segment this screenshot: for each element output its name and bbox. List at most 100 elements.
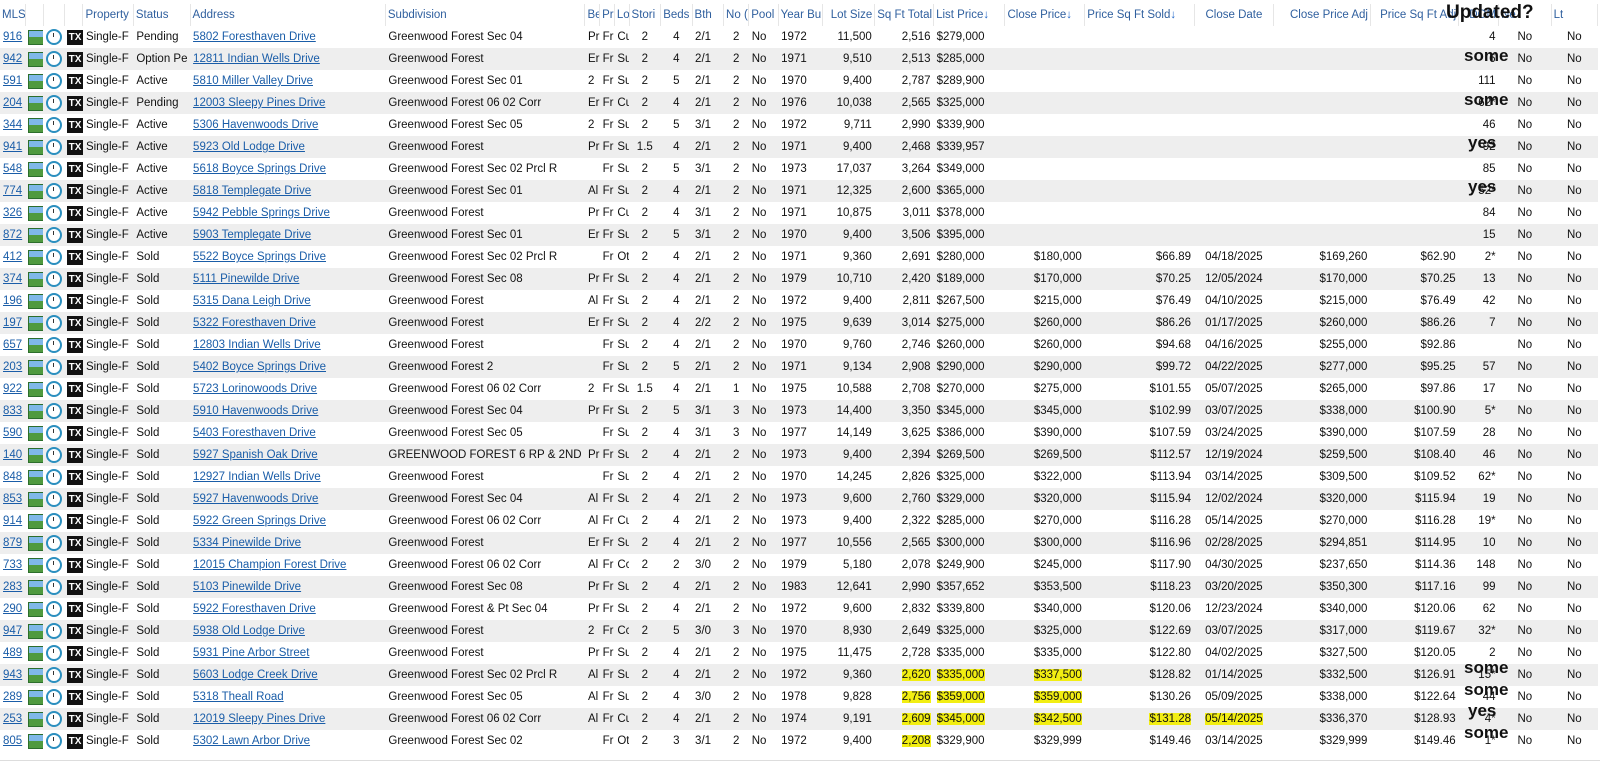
cell-address[interactable]: 5927 Spanish Oak Drive <box>190 444 386 466</box>
col-pr[interactable]: Pr <box>599 4 615 26</box>
cell-tax[interactable]: TX <box>64 312 83 334</box>
tax-icon[interactable]: TX <box>67 447 83 463</box>
cell-hist[interactable] <box>43 356 65 378</box>
col-status[interactable]: Status <box>133 4 191 26</box>
tax-icon[interactable]: TX <box>67 601 83 617</box>
cell-hist[interactable] <box>43 246 65 268</box>
cell-tax[interactable]: TX <box>64 510 83 532</box>
cell-photo[interactable] <box>25 202 44 224</box>
cell-tax[interactable]: TX <box>64 466 83 488</box>
cell-mls[interactable]: 204 <box>0 92 26 114</box>
tax-icon[interactable]: TX <box>67 359 83 375</box>
tax-icon[interactable]: TX <box>67 29 83 45</box>
photo-icon[interactable] <box>28 623 44 639</box>
cell-address[interactable]: 12015 Champion Forest Drive <box>190 554 386 576</box>
history-icon[interactable] <box>46 117 63 133</box>
cell-tax[interactable]: TX <box>64 598 83 620</box>
cell-address[interactable]: 5922 Foresthaven Drive <box>190 598 386 620</box>
cell-hist[interactable] <box>43 202 65 224</box>
history-icon[interactable] <box>46 733 63 749</box>
tax-icon[interactable]: TX <box>67 645 83 661</box>
history-icon[interactable] <box>46 667 63 683</box>
cell-mls[interactable]: 591 <box>0 70 26 92</box>
photo-icon[interactable] <box>28 601 44 617</box>
cell-tax[interactable]: TX <box>64 620 83 642</box>
photo-icon[interactable] <box>28 315 44 331</box>
history-icon[interactable] <box>46 557 63 573</box>
history-icon[interactable] <box>46 293 63 309</box>
cell-mls[interactable]: 253 <box>0 708 26 730</box>
cell-address[interactable]: 5923 Old Lodge Drive <box>190 136 386 158</box>
cell-photo[interactable] <box>25 730 44 752</box>
col-stories[interactable]: Stori <box>629 4 662 26</box>
cell-hist[interactable] <box>43 730 65 752</box>
cell-mls[interactable]: 916 <box>0 26 26 48</box>
tax-icon[interactable]: TX <box>67 183 83 199</box>
col-close-price-adj[interactable]: Close Price Adj <box>1273 4 1371 26</box>
col-bath[interactable]: Bth <box>692 4 725 26</box>
cell-hist[interactable] <box>43 532 65 554</box>
cell-address[interactable]: 5938 Old Lodge Drive <box>190 620 386 642</box>
tax-icon[interactable]: TX <box>67 161 83 177</box>
tax-icon[interactable]: TX <box>67 381 83 397</box>
cell-tax[interactable]: TX <box>64 422 83 444</box>
cell-hist[interactable] <box>43 642 65 664</box>
photo-icon[interactable] <box>28 359 44 375</box>
cell-hist[interactable] <box>43 620 65 642</box>
cell-hist[interactable] <box>43 158 65 180</box>
col-pool[interactable]: Pool <box>748 4 779 26</box>
history-icon[interactable] <box>46 711 63 727</box>
cell-hist[interactable] <box>43 290 65 312</box>
cell-hist[interactable] <box>43 180 65 202</box>
cell-hist[interactable] <box>43 466 65 488</box>
cell-address[interactable]: 5818 Templegate Drive <box>190 180 386 202</box>
col-psf-sold[interactable]: Price Sq Ft Sold↓ <box>1084 4 1195 26</box>
cell-tax[interactable]: TX <box>64 334 83 356</box>
cell-address[interactable]: 5618 Boyce Springs Drive <box>190 158 386 180</box>
cell-mls[interactable]: 344 <box>0 114 26 136</box>
photo-icon[interactable] <box>28 183 44 199</box>
cell-photo[interactable] <box>25 312 44 334</box>
history-icon[interactable] <box>46 403 63 419</box>
col-mls[interactable]: MLS <box>0 4 26 26</box>
cell-mls[interactable]: 853 <box>0 488 26 510</box>
cell-photo[interactable] <box>25 136 44 158</box>
cell-hist[interactable] <box>43 510 65 532</box>
tax-icon[interactable]: TX <box>67 293 83 309</box>
cell-photo[interactable] <box>25 180 44 202</box>
cell-tax[interactable]: TX <box>64 532 83 554</box>
col-lt[interactable]: Lt <box>1551 4 1599 26</box>
history-icon[interactable] <box>46 447 63 463</box>
cell-address[interactable]: 12019 Sleepy Pines Drive <box>190 708 386 730</box>
cell-mls[interactable]: 879 <box>0 532 26 554</box>
cell-address[interactable]: 12003 Sleepy Pines Drive <box>190 92 386 114</box>
cell-photo[interactable] <box>25 70 44 92</box>
tax-icon[interactable]: TX <box>67 51 83 67</box>
history-icon[interactable] <box>46 601 63 617</box>
history-icon[interactable] <box>46 205 63 221</box>
tax-icon[interactable]: TX <box>67 733 83 749</box>
cell-mls[interactable]: 657 <box>0 334 26 356</box>
cell-mls[interactable]: 943 <box>0 664 26 686</box>
cell-tax[interactable]: TX <box>64 686 83 708</box>
cell-tax[interactable]: TX <box>64 246 83 268</box>
cell-hist[interactable] <box>43 334 65 356</box>
tax-icon[interactable]: TX <box>67 249 83 265</box>
tax-icon[interactable]: TX <box>67 579 83 595</box>
cell-photo[interactable] <box>25 356 44 378</box>
tax-icon[interactable]: TX <box>67 469 83 485</box>
tax-icon[interactable]: TX <box>67 315 83 331</box>
col-lot[interactable]: Lot Size <box>822 4 876 26</box>
photo-icon[interactable] <box>28 491 44 507</box>
photo-icon[interactable] <box>28 513 44 529</box>
col-sqft[interactable]: Sq Ft Total <box>874 4 935 26</box>
cell-tax[interactable]: TX <box>64 378 83 400</box>
cell-hist[interactable] <box>43 664 65 686</box>
col-address[interactable]: Address <box>190 4 386 26</box>
photo-icon[interactable] <box>28 95 44 111</box>
cell-address[interactable]: 5111 Pinewilde Drive <box>190 268 386 290</box>
photo-icon[interactable] <box>28 469 44 485</box>
cell-mls[interactable]: 872 <box>0 224 26 246</box>
cell-tax[interactable]: TX <box>64 70 83 92</box>
history-icon[interactable] <box>46 29 63 45</box>
